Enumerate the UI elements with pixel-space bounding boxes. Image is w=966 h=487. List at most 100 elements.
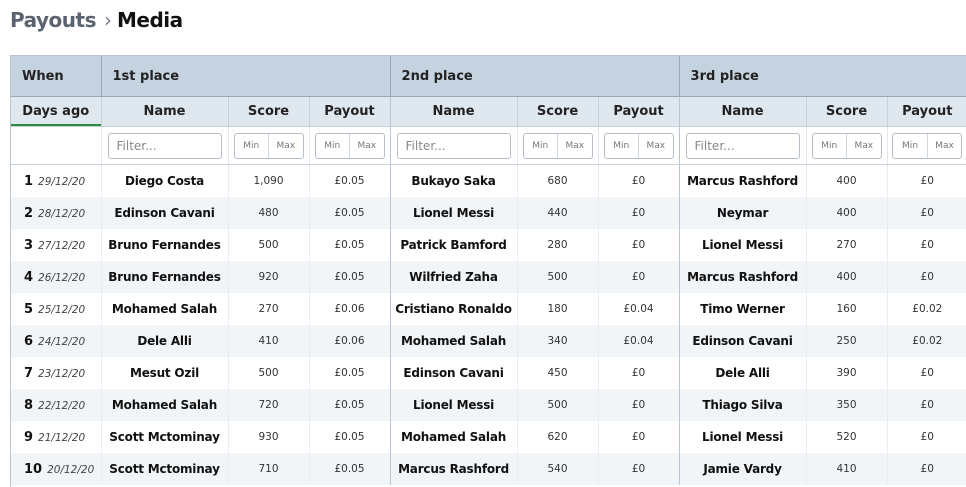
table-row[interactable]: 9 21/12/20 Scott Mctominay 930 £0.05 Mohamed …: [11, 421, 966, 453]
third-place-payout-cell: £0: [886, 261, 966, 293]
table-row[interactable]: 3 27/12/20 Bruno Fernandes 500 £0.05 Patrick …: [11, 229, 966, 261]
column-header-third-score[interactable]: Score: [805, 96, 888, 127]
date-value: 24/12/20: [38, 335, 86, 348]
date-value: 22/12/20: [38, 399, 86, 412]
when-cell: 9 21/12/20: [11, 421, 101, 453]
second-place-name-cell: Mohamed Salah: [389, 325, 518, 357]
second-place-score-cell: 280: [516, 229, 599, 261]
third-place-score-cell: 250: [805, 325, 888, 357]
when-cell: 2 28/12/20: [11, 197, 101, 229]
second-place-score-cell: 620: [516, 421, 599, 453]
third-place-payout-cell: £0.02: [886, 325, 966, 357]
first-place-score-cell: 1,090: [227, 164, 309, 197]
date-value: 25/12/20: [38, 303, 86, 316]
table-row[interactable]: 5 25/12/20 Mohamed Salah 270 £0.06 Cristiano …: [11, 293, 966, 325]
filter-cell: [805, 126, 888, 165]
table-row[interactable]: 6 24/12/20 Dele Alli 410 £0.06 Mohamed Salah 3…: [11, 325, 966, 357]
group-header-first-place: 1st place: [100, 56, 391, 97]
breadcrumb-parent-link[interactable]: Payouts: [10, 8, 96, 32]
first-name-filter-input[interactable]: [107, 132, 222, 159]
third-place-name-cell: Marcus Rashford: [678, 261, 807, 293]
first-place-payout-cell: £0.05: [308, 453, 391, 485]
third-place-name-cell: Timo Werner: [678, 293, 807, 325]
first-place-score-cell: 270: [227, 293, 309, 325]
second-place-score-cell: 180: [516, 293, 599, 325]
table-row[interactable]: 1 29/12/20 Diego Costa 1,090 £0.05 Bukayo Sak…: [11, 164, 966, 197]
third-place-score-cell: 520: [805, 421, 888, 453]
column-header-row: Days ago Name Score Payout Name Score Pa…: [11, 96, 966, 127]
column-header-second-payout[interactable]: Payout: [597, 96, 680, 127]
date-value: 21/12/20: [38, 431, 86, 444]
second-place-name-cell: Patrick Bamford: [389, 229, 518, 261]
when-cell: 10 20/12/20: [11, 453, 101, 485]
first-score-min-input[interactable]: [234, 133, 268, 158]
first-place-name-cell: Mesut Ozil: [100, 357, 228, 389]
second-place-name-cell: Wilfried Zaha: [389, 261, 518, 293]
when-cell: 6 24/12/20: [11, 325, 101, 357]
second-payout-max-input[interactable]: [638, 133, 673, 158]
first-place-name-cell: Edinson Cavani: [100, 197, 228, 229]
group-header-row: When 1st place 2nd place 3rd place: [11, 56, 966, 97]
table-row[interactable]: 10 20/12/20 Scott Mctominay 710 £0.05 Marcus …: [11, 453, 966, 485]
third-name-filter-input[interactable]: [685, 132, 800, 159]
when-cell: 3 27/12/20: [11, 229, 101, 261]
payouts-table: When 1st place 2nd place 3rd place Days …: [11, 56, 966, 485]
first-place-payout-cell: £0.05: [308, 389, 391, 421]
third-place-name-cell: Lionel Messi: [678, 229, 807, 261]
third-place-payout-cell: £0: [886, 453, 966, 485]
first-score-max-input[interactable]: [268, 133, 303, 158]
column-header-third-name[interactable]: Name: [678, 96, 807, 127]
third-place-score-cell: 350: [805, 389, 888, 421]
rank-number: 2: [24, 205, 34, 221]
first-place-payout-cell: £0.06: [308, 293, 391, 325]
second-score-min-input[interactable]: [523, 133, 558, 158]
second-name-filter-input[interactable]: [396, 132, 511, 159]
second-place-name-cell: Edinson Cavani: [389, 357, 518, 389]
filter-cell: [100, 126, 228, 165]
column-header-first-score[interactable]: Score: [227, 96, 309, 127]
third-payout-min-input[interactable]: [893, 133, 927, 158]
first-place-name-cell: Bruno Fernandes: [100, 229, 228, 261]
second-place-payout-cell: £0: [597, 357, 680, 389]
table-row[interactable]: 4 26/12/20 Bruno Fernandes 920 £0.05 Wilfried…: [11, 261, 966, 293]
third-place-name-cell: Marcus Rashford: [678, 164, 807, 197]
second-place-payout-cell: £0: [597, 421, 680, 453]
second-place-score-cell: 500: [516, 389, 599, 421]
when-cell: 4 26/12/20: [11, 261, 101, 293]
second-place-score-cell: 340: [516, 325, 599, 357]
third-place-name-cell: Lionel Messi: [678, 421, 807, 453]
third-score-max-input[interactable]: [846, 133, 881, 158]
column-header-second-name[interactable]: Name: [389, 96, 518, 127]
column-header-third-payout[interactable]: Payout: [886, 96, 966, 127]
third-payout-max-input[interactable]: [926, 133, 962, 158]
column-header-first-payout[interactable]: Payout: [308, 96, 391, 127]
first-place-name-cell: Diego Costa: [100, 164, 228, 197]
payouts-table-container: When 1st place 2nd place 3rd place Days …: [10, 55, 966, 487]
first-place-payout-cell: £0.06: [308, 325, 391, 357]
second-score-max-input[interactable]: [557, 133, 592, 158]
second-place-payout-cell: £0: [597, 164, 680, 197]
table-row[interactable]: 8 22/12/20 Mohamed Salah 720 £0.05 Lionel Mes…: [11, 389, 966, 421]
breadcrumb-chevron-icon: ›: [103, 8, 112, 32]
table-row[interactable]: 2 28/12/20 Edinson Cavani 480 £0.05 Lionel Me…: [11, 197, 966, 229]
third-score-min-input[interactable]: [812, 133, 847, 158]
first-payout-min-input[interactable]: [315, 133, 350, 158]
column-header-days-ago[interactable]: Days ago: [11, 96, 101, 127]
when-cell: 5 25/12/20: [11, 293, 101, 325]
second-payout-min-input[interactable]: [604, 133, 639, 158]
filter-cell: [678, 126, 807, 165]
second-place-name-cell: Cristiano Ronaldo: [389, 293, 518, 325]
first-place-score-cell: 410: [227, 325, 309, 357]
column-header-first-name[interactable]: Name: [100, 96, 228, 127]
third-place-payout-cell: £0: [886, 229, 966, 261]
second-place-payout-cell: £0: [597, 197, 680, 229]
table-row[interactable]: 7 23/12/20 Mesut Ozil 500 £0.05 Edinson Cavan…: [11, 357, 966, 389]
second-place-name-cell: Lionel Messi: [389, 389, 518, 421]
first-place-payout-cell: £0.05: [308, 357, 391, 389]
first-payout-max-input[interactable]: [349, 133, 384, 158]
filter-cell: [389, 126, 518, 165]
table-body: 1 29/12/20 Diego Costa 1,090 £0.05 Bukayo Sak…: [11, 164, 966, 485]
second-place-score-cell: 450: [516, 357, 599, 389]
date-value: 28/12/20: [38, 207, 86, 220]
column-header-second-score[interactable]: Score: [516, 96, 599, 127]
